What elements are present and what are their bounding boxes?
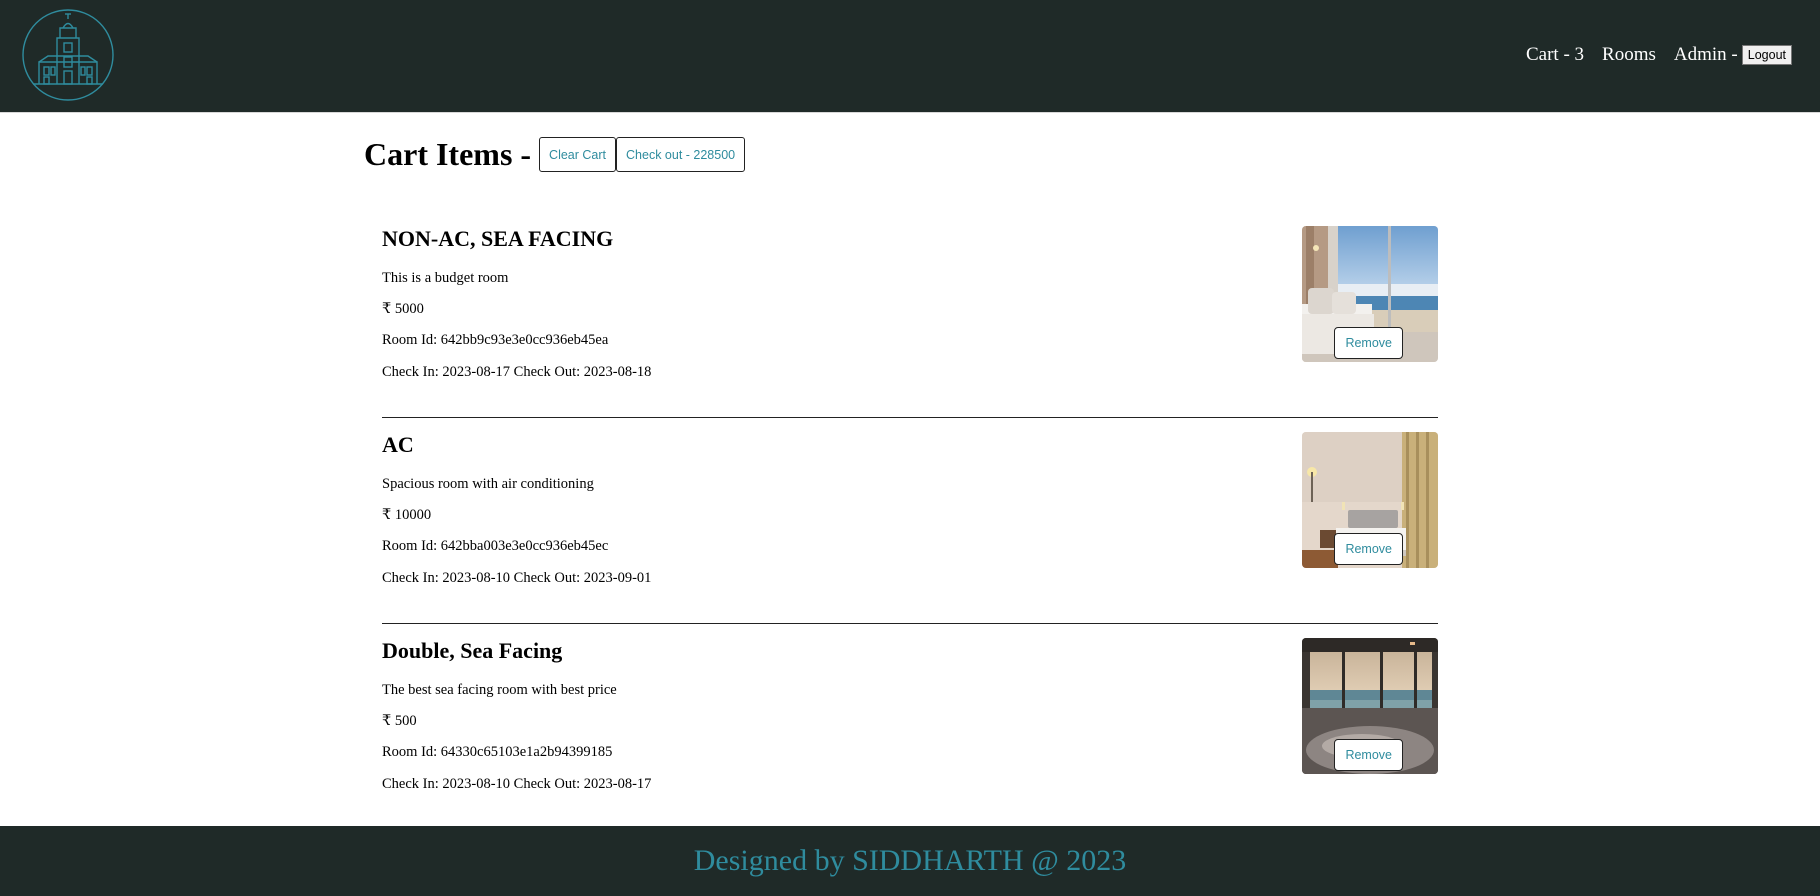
remove-button[interactable]: Remove bbox=[1334, 533, 1403, 565]
room-price: ₹ 10000 bbox=[382, 507, 432, 523]
site-header: Cart - 3 Rooms Admin - Logout bbox=[0, 0, 1820, 113]
room-id: Room Id: 642bb9c93e3e0cc936eb45ea bbox=[382, 332, 609, 348]
room-description: Spacious room with air conditioning bbox=[382, 476, 594, 492]
room-price: ₹ 500 bbox=[382, 713, 417, 729]
cart-header: Cart Items - Clear Cart Check out - 2285… bbox=[364, 136, 746, 173]
cart-item: AC Spacious room with air conditioning ₹… bbox=[382, 418, 1438, 624]
site-footer: Designed by SIDDHARTH @ 2023 bbox=[0, 826, 1820, 896]
logout-button[interactable]: Logout bbox=[1741, 45, 1792, 65]
remove-button[interactable]: Remove bbox=[1334, 739, 1403, 771]
stay-dates: Check In: 2023-08-17 Check Out: 2023-08-… bbox=[382, 364, 652, 380]
stay-dates: Check In: 2023-08-10 Check Out: 2023-08-… bbox=[382, 776, 652, 792]
room-title: AC bbox=[382, 432, 414, 457]
footer-credit: Designed by SIDDHARTH @ 2023 bbox=[693, 844, 1127, 877]
page-title: Cart Items - bbox=[364, 136, 532, 172]
room-description: The best sea facing room with best price bbox=[382, 682, 617, 698]
room-title: Double, Sea Facing bbox=[382, 638, 563, 663]
stay-dates: Check In: 2023-08-10 Check Out: 2023-09-… bbox=[382, 570, 652, 586]
room-title: NON-AC, SEA FACING bbox=[382, 226, 614, 251]
room-id: Room Id: 642bba003e3e0cc936eb45ec bbox=[382, 538, 609, 554]
cart-item-list: NON-AC, SEA FACING This is a budget room… bbox=[382, 212, 1438, 830]
cart-item: Double, Sea Facing The best sea facing r… bbox=[382, 624, 1438, 830]
remove-button[interactable]: Remove bbox=[1334, 327, 1403, 359]
room-id: Room Id: 64330c65103e1a2b94399185 bbox=[382, 744, 613, 760]
checkout-button[interactable]: Check out - 228500 bbox=[616, 137, 746, 172]
cart-item: NON-AC, SEA FACING This is a budget room… bbox=[382, 212, 1438, 418]
room-description: This is a budget room bbox=[382, 270, 509, 286]
nav-cart-link[interactable]: Cart - 3 bbox=[1526, 44, 1584, 66]
nav-rooms-link[interactable]: Rooms bbox=[1602, 44, 1656, 66]
nav-admin-label: Admin - bbox=[1673, 44, 1738, 65]
clear-cart-button[interactable]: Clear Cart bbox=[539, 137, 617, 172]
room-price: ₹ 5000 bbox=[382, 301, 424, 317]
main-nav: Cart - 3 Rooms Admin - Logout bbox=[1526, 44, 1792, 66]
hotel-logo-icon[interactable] bbox=[21, 8, 115, 102]
